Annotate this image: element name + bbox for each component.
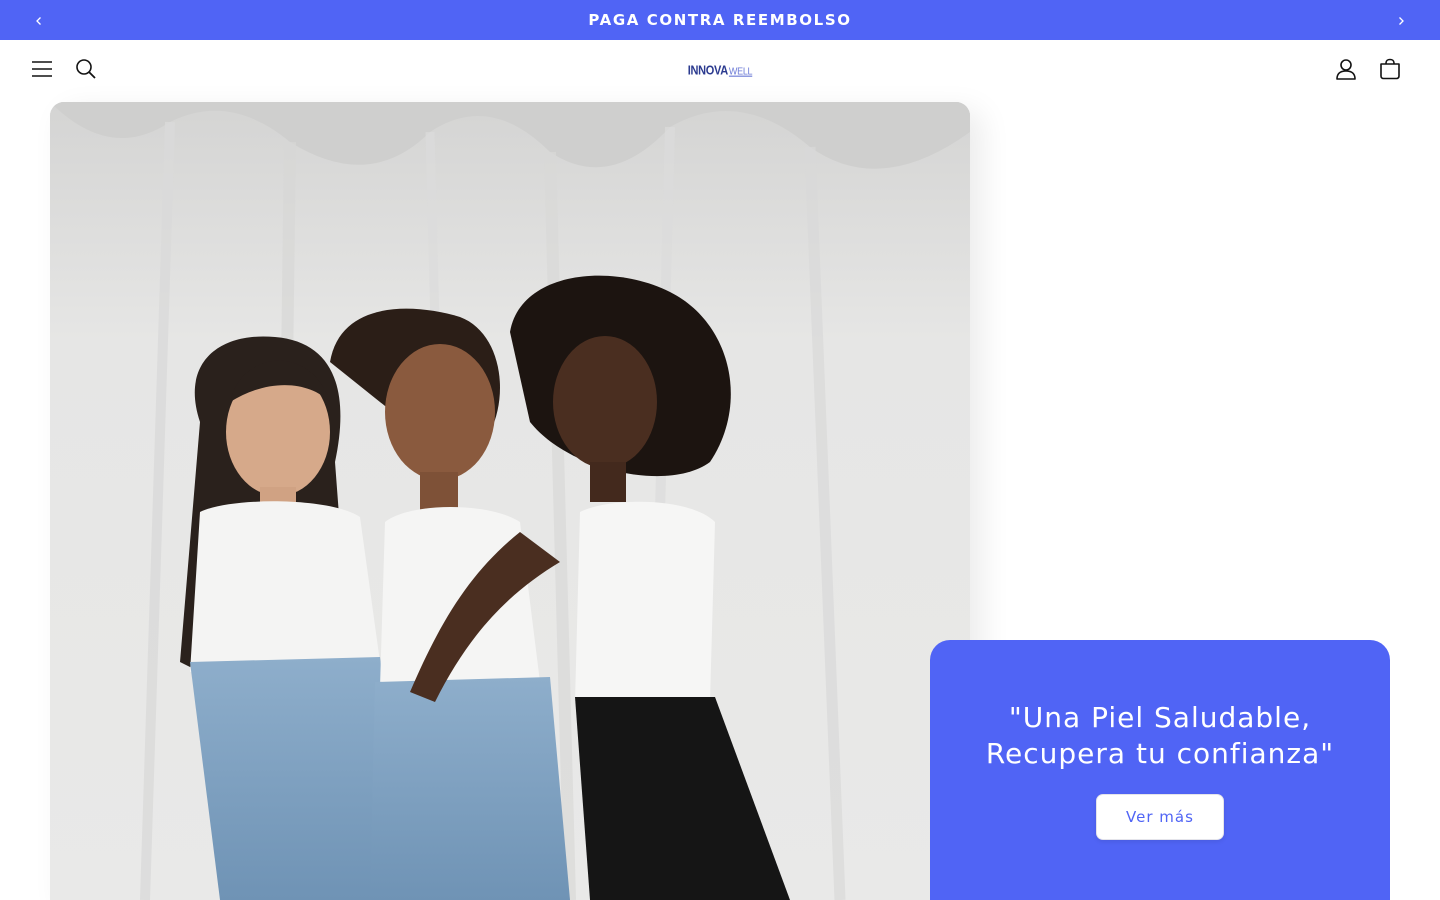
announcement-next-button[interactable]	[1389, 8, 1413, 32]
logo-suffix: WELL	[728, 65, 753, 77]
site-header: INNOVAWELL	[0, 40, 1440, 102]
account-button[interactable]	[1331, 56, 1361, 86]
ver-mas-button[interactable]: Ver más	[1096, 794, 1224, 840]
promo-card: "Una Piel Saludable, Recupera tu confian…	[930, 640, 1390, 900]
hamburger-menu-icon	[31, 60, 53, 82]
logo-text: INNOVAWELL	[687, 64, 753, 78]
store-logo[interactable]: INNOVAWELL	[680, 56, 760, 86]
menu-button[interactable]	[27, 56, 57, 86]
cart-button[interactable]	[1375, 56, 1405, 86]
announcement-text[interactable]: PAGA CONTRA REEMBOLSO	[588, 11, 851, 29]
chevron-right-icon	[1396, 11, 1406, 30]
announcement-bar: PAGA CONTRA REEMBOLSO	[0, 0, 1440, 40]
announcement-prev-button[interactable]	[27, 8, 51, 32]
promo-heading: "Una Piel Saludable, Recupera tu confian…	[985, 701, 1335, 770]
search-button[interactable]	[71, 56, 101, 86]
hero-photo	[50, 102, 970, 900]
chevron-left-icon	[34, 11, 44, 30]
search-icon	[75, 58, 97, 84]
account-icon	[1335, 58, 1357, 84]
logo-brand: INNOVA	[687, 64, 728, 78]
cart-icon	[1379, 58, 1401, 84]
